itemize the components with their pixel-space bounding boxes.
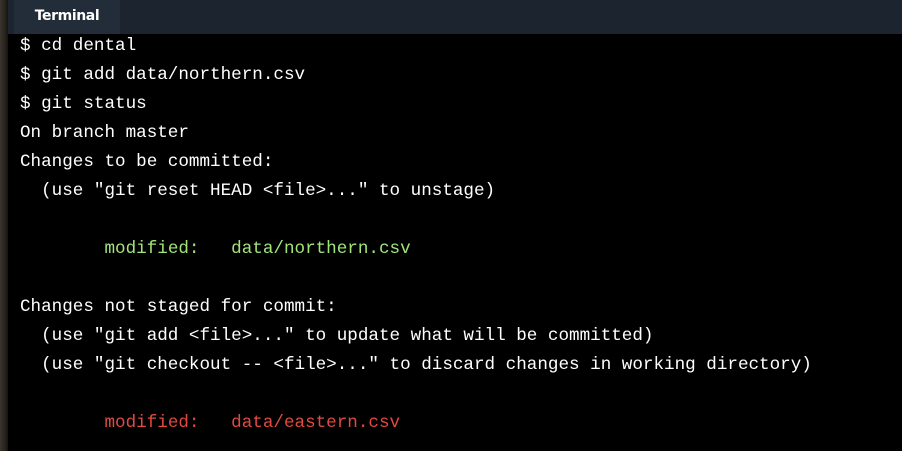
terminal-window: Terminal $ cd dental $ git add data/nort… — [0, 0, 902, 451]
terminal-lines: $ cd dental $ git add data/northern.csv … — [20, 34, 812, 438]
unstaged-file-line: modified: data/eastern.csv — [20, 413, 401, 433]
terminal-line: (use "git checkout -- <file>..." to disc… — [20, 355, 812, 375]
terminal-line: Changes not staged for commit: — [20, 297, 337, 317]
terminal-line: (use "git reset HEAD <file>..." to unsta… — [20, 181, 496, 201]
terminal-output[interactable]: $ cd dental $ git add data/northern.csv … — [8, 34, 902, 451]
tab-bar: Terminal — [8, 0, 902, 34]
window-left-edge — [0, 0, 8, 451]
terminal-line: On branch master — [20, 123, 189, 143]
terminal-line: $ cd dental — [20, 36, 137, 56]
terminal-line: (use "git add <file>..." to update what … — [20, 326, 654, 346]
terminal-line: Changes to be committed: — [20, 152, 274, 172]
terminal-line: $ git add data/northern.csv — [20, 65, 306, 85]
staged-file-line: modified: data/northern.csv — [20, 239, 411, 259]
terminal-line: $ git status — [20, 94, 147, 114]
tab-terminal[interactable]: Terminal — [14, 0, 120, 34]
